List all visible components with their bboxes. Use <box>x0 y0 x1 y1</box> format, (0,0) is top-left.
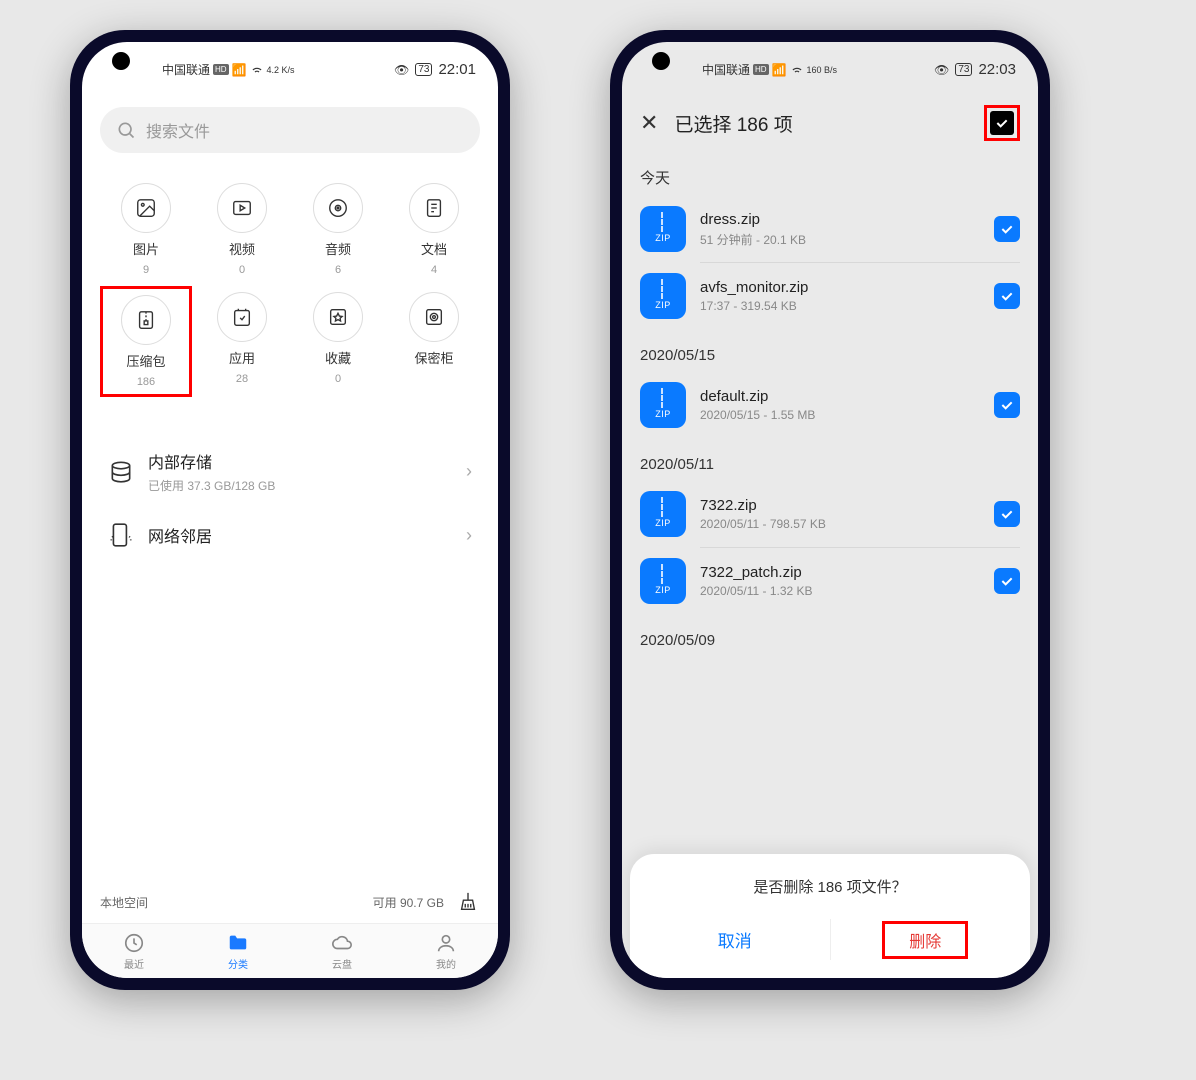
section-date: 今天 <box>640 167 1020 188</box>
app-icon <box>231 306 253 328</box>
wifi-icon <box>790 63 804 77</box>
file-name: avfs_monitor.zip <box>700 279 980 296</box>
battery-icon: 73 <box>415 63 432 76</box>
zip-file-icon: ZIP <box>640 491 686 537</box>
file-name: default.zip <box>700 388 980 405</box>
category-grid: 图片 9 视频 0 音频 6 文档 4 压缩包 186 <box>82 163 498 411</box>
category-safe[interactable]: 保密柜 <box>388 286 480 397</box>
category-docs[interactable]: 文档 4 <box>388 177 480 282</box>
file-checkbox[interactable] <box>994 283 1020 309</box>
clock-icon <box>123 932 145 954</box>
status-bar: 中国联通 HD 📶 160 B/s 👁 73 22:03 <box>622 42 1038 97</box>
confirm-message: 是否删除 186 项文件？ <box>640 876 1020 897</box>
eye-icon: 👁 <box>934 63 949 77</box>
file-row[interactable]: ZIP avfs_monitor.zip 17:37 - 319.54 KB <box>640 263 1020 329</box>
zip-icon <box>135 309 157 331</box>
clock-text: 22:01 <box>438 61 476 78</box>
category-images[interactable]: 图片 9 <box>100 177 192 282</box>
file-name: dress.zip <box>700 211 980 228</box>
section-date: 2020/05/15 <box>640 347 1020 364</box>
status-bar: 中国联通 HD 📶 4.2 K/s 👁 73 22:01 <box>82 42 498 97</box>
cloud-icon <box>331 932 353 954</box>
file-meta: 2020/05/11 - 798.57 KB <box>700 517 980 531</box>
close-button[interactable]: ✕ <box>640 110 658 136</box>
file-meta: 51 分钟前 - 20.1 KB <box>700 231 980 248</box>
selection-count: 已选择 186 项 <box>674 110 968 137</box>
clock-text: 22:03 <box>978 61 1016 78</box>
chevron-right-icon: › <box>466 461 472 482</box>
delete-button[interactable]: 删除 <box>909 934 941 951</box>
file-row[interactable]: ZIP 7322_patch.zip 2020/05/11 - 1.32 KB <box>640 548 1020 614</box>
hd-icon: HD <box>753 64 769 75</box>
file-meta: 17:37 - 319.54 KB <box>700 299 980 313</box>
file-checkbox[interactable] <box>994 216 1020 242</box>
zip-file-icon: ZIP <box>640 273 686 319</box>
zip-file-icon: ZIP <box>640 382 686 428</box>
carrier-text: 中国联通 <box>702 61 750 78</box>
select-all-checkbox[interactable] <box>990 111 1014 135</box>
file-row[interactable]: ZIP 7322.zip 2020/05/11 - 798.57 KB <box>640 481 1020 547</box>
select-all-highlight <box>984 105 1020 141</box>
search-input[interactable]: 搜索文件 <box>100 107 480 153</box>
network-icon <box>108 522 134 548</box>
file-row[interactable]: ZIP dress.zip 51 分钟前 - 20.1 KB <box>640 196 1020 262</box>
nav-mine[interactable]: 我的 <box>435 932 457 971</box>
category-videos[interactable]: 视频 0 <box>196 177 288 282</box>
zip-file-icon: ZIP <box>640 206 686 252</box>
signal-icon: 📶 <box>772 63 787 77</box>
zip-file-icon: ZIP <box>640 558 686 604</box>
search-icon <box>116 120 136 140</box>
camera-hole <box>112 52 130 70</box>
hd-icon: HD <box>213 64 229 75</box>
category-archives[interactable]: 压缩包 186 <box>100 286 192 397</box>
delete-highlight: 删除 <box>882 921 968 959</box>
image-icon <box>135 197 157 219</box>
internal-storage-row[interactable]: 内部存储 已使用 37.3 GB/128 GB › <box>100 435 480 508</box>
space-available: 可用 90.7 GB <box>373 894 444 911</box>
wifi-icon <box>250 63 264 77</box>
eye-icon: 👁 <box>394 63 409 77</box>
speed-text: 160 B/s <box>807 65 838 75</box>
nav-cloud[interactable]: 云盘 <box>331 932 353 971</box>
category-audio[interactable]: 音频 6 <box>292 177 384 282</box>
doc-icon <box>423 197 445 219</box>
category-favorites[interactable]: 收藏 0 <box>292 286 384 397</box>
phone-right: 中国联通 HD 📶 160 B/s 👁 73 22:03 ✕ 已选择 186 项 <box>610 30 1050 990</box>
battery-icon: 73 <box>955 63 972 76</box>
file-checkbox[interactable] <box>994 501 1020 527</box>
safe-icon <box>423 306 445 328</box>
selection-header: ✕ 已选择 186 项 <box>622 97 1038 149</box>
bottom-nav: 最近 分类 云盘 我的 <box>82 923 498 978</box>
confirm-delete-sheet: 是否删除 186 项文件？ 取消 删除 <box>630 854 1030 978</box>
person-icon <box>435 932 457 954</box>
speed-text: 4.2 K/s <box>267 65 295 75</box>
category-apps[interactable]: 应用 28 <box>196 286 288 397</box>
file-row[interactable]: ZIP default.zip 2020/05/15 - 1.55 MB <box>640 372 1020 438</box>
file-name: 7322_patch.zip <box>700 564 980 581</box>
carrier-text: 中国联通 <box>162 61 210 78</box>
search-placeholder: 搜索文件 <box>146 118 210 142</box>
file-checkbox[interactable] <box>994 392 1020 418</box>
space-label: 本地空间 <box>100 894 148 911</box>
star-icon <box>327 306 349 328</box>
section-date: 2020/05/09 <box>640 632 1020 649</box>
phone-left: 中国联通 HD 📶 4.2 K/s 👁 73 22:01 搜索文件 图片 <box>70 30 510 990</box>
section-date: 2020/05/11 <box>640 456 1020 473</box>
file-meta: 2020/05/11 - 1.32 KB <box>700 584 980 598</box>
nav-recent[interactable]: 最近 <box>123 932 145 971</box>
chevron-right-icon: › <box>466 525 472 546</box>
cancel-button[interactable]: 取消 <box>640 919 831 960</box>
network-neighbors-row[interactable]: 网络邻居 › <box>100 508 480 562</box>
audio-icon <box>327 197 349 219</box>
video-icon <box>231 197 253 219</box>
storage-icon <box>108 459 134 485</box>
cleanup-button[interactable] <box>456 889 480 915</box>
file-name: 7322.zip <box>700 497 980 514</box>
file-meta: 2020/05/15 - 1.55 MB <box>700 408 980 422</box>
camera-hole <box>652 52 670 70</box>
folder-icon <box>227 932 249 954</box>
signal-icon: 📶 <box>232 63 247 77</box>
file-checkbox[interactable] <box>994 568 1020 594</box>
nav-categories[interactable]: 分类 <box>227 932 249 971</box>
